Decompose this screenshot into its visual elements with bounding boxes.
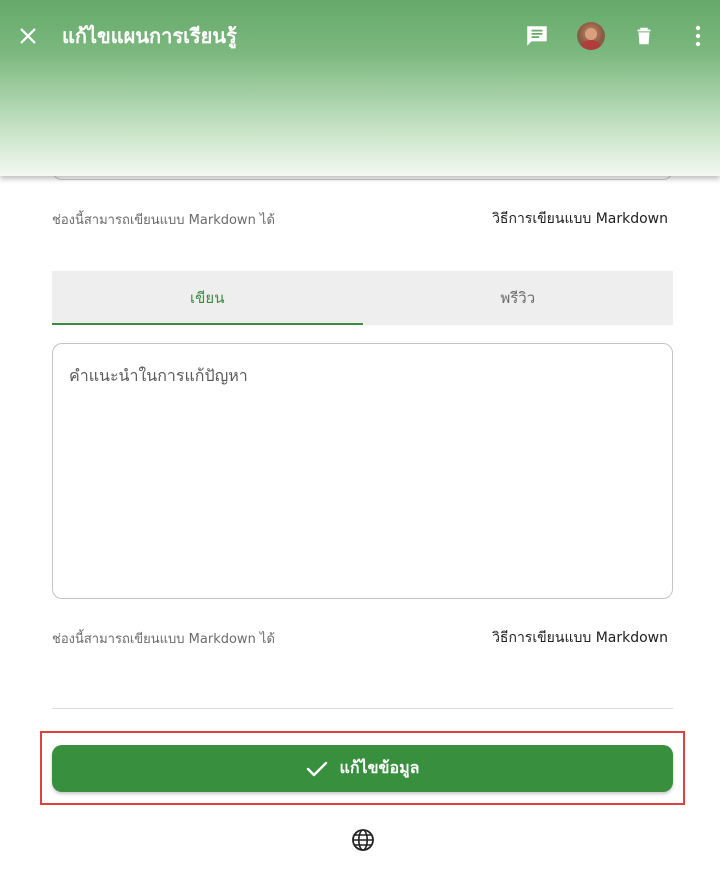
more-vert-icon <box>695 25 701 47</box>
close-button[interactable] <box>6 14 50 58</box>
markdown-help-link[interactable]: วิธีการเขียนแบบ Markdown <box>492 208 668 230</box>
language-button[interactable] <box>350 827 376 853</box>
avatar-button[interactable] <box>569 14 613 58</box>
avatar <box>577 22 605 50</box>
tab-preview[interactable]: พรีวิว <box>363 271 674 325</box>
comment-icon <box>527 26 547 46</box>
markdown-hint-row-top: ช่องนี้สามารถเขียนแบบ Markdown ได้ วิธีก… <box>52 208 668 230</box>
markdown-hint: ช่องนี้สามารถเขียนแบบ Markdown ได้ <box>52 631 275 647</box>
markdown-hint: ช่องนี้สามารถเขียนแบบ Markdown ได้ <box>52 212 275 228</box>
delete-icon <box>637 27 651 45</box>
globe-icon <box>352 829 374 851</box>
divider <box>52 708 673 709</box>
page-title: แก้ไขแผนการเรียนรู้ <box>62 24 237 48</box>
app-bar: แก้ไขแผนการเรียนรู้ <box>0 0 720 176</box>
check-icon <box>306 760 328 778</box>
markdown-help-link[interactable]: วิธีการเขียนแบบ Markdown <box>492 627 668 649</box>
save-button[interactable]: แก้ไขข้อมูล <box>52 745 673 792</box>
close-icon <box>20 28 36 44</box>
markdown-hint-row-bottom: ช่องนี้สามารถเขียนแบบ Markdown ได้ วิธีก… <box>52 627 668 649</box>
tab-write[interactable]: เขียน <box>52 271 363 325</box>
editor-tabs: เขียน พรีวิว <box>52 271 673 325</box>
save-button-label: แก้ไขข้อมูล <box>339 758 420 777</box>
solution-hint-editor <box>52 343 673 599</box>
solution-hint-input[interactable] <box>53 344 672 598</box>
comment-button[interactable] <box>515 14 559 58</box>
more-button[interactable] <box>676 14 720 58</box>
delete-button[interactable] <box>622 14 666 58</box>
